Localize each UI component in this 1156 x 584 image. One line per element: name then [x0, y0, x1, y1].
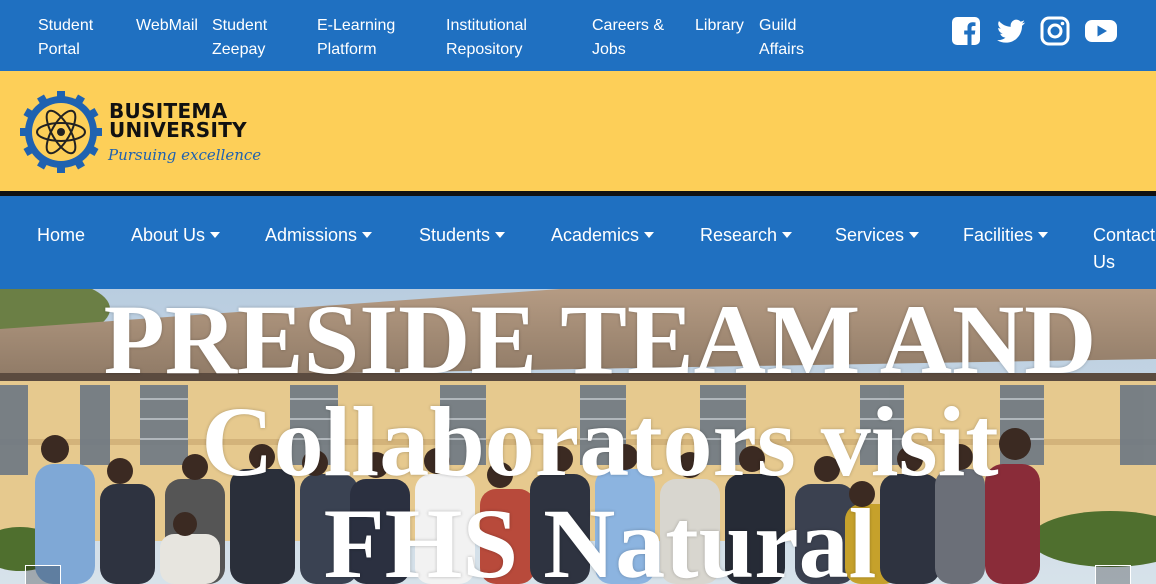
nav-home-label: Home: [37, 225, 86, 245]
student-portal-link[interactable]: Student Portal: [38, 14, 93, 62]
nav-services[interactable]: Services: [835, 222, 920, 249]
chevron-down-icon: [782, 232, 793, 238]
nav-home[interactable]: Home: [37, 222, 85, 249]
chevron-down-icon: [644, 232, 655, 238]
elearning-platform-link[interactable]: E-Learning Platform: [317, 14, 395, 62]
nav-academics[interactable]: Academics: [551, 222, 655, 249]
twitter-icon[interactable]: [995, 15, 1027, 47]
nav-services-label: Services: [835, 225, 905, 245]
hero-headline: PRESIDE TEAM AND Collaborators visit FHS…: [103, 289, 1097, 584]
hero-carousel: PRESIDE TEAM AND Collaborators visit FHS…: [0, 289, 1156, 584]
brand-header: BUSITEMA UNIVERSITY Pursuing excellence: [0, 71, 1156, 191]
instagram-icon[interactable]: [1039, 15, 1071, 47]
facebook-icon[interactable]: [950, 15, 982, 47]
university-name: BUSITEMA UNIVERSITY: [109, 99, 247, 142]
nav-about-us-label: About Us: [131, 225, 206, 245]
nav-contact-us-label: Contact Us: [1093, 225, 1156, 272]
nav-admissions[interactable]: Admissions: [265, 222, 373, 249]
nav-facilities[interactable]: Facilities: [963, 222, 1049, 249]
university-logo-link[interactable]: BUSITEMA UNIVERSITY Pursuing excellence: [20, 91, 270, 173]
nav-about-us[interactable]: About Us: [131, 222, 221, 249]
chevron-down-icon: [495, 232, 506, 238]
nav-research-label: Research: [700, 225, 778, 245]
institutional-repository-link[interactable]: Institutional Repository: [446, 14, 527, 62]
chevron-down-icon: [362, 232, 373, 238]
chevron-down-icon: [210, 232, 221, 238]
library-link[interactable]: Library: [695, 14, 744, 38]
top-utility-bar: Student Portal WebMail Student Zeepay E-…: [0, 0, 1156, 71]
guild-affairs-link[interactable]: Guild Affairs: [759, 14, 804, 62]
nav-facilities-label: Facilities: [963, 225, 1034, 245]
webmail-link[interactable]: WebMail: [136, 14, 198, 38]
university-emblem-icon: [20, 91, 102, 173]
carousel-prev-button[interactable]: [25, 565, 61, 584]
nav-students-label: Students: [419, 225, 491, 245]
student-zeepay-link[interactable]: Student Zeepay: [212, 14, 267, 62]
youtube-icon[interactable]: [1084, 15, 1118, 47]
nav-contact-us[interactable]: Contact Us: [1093, 222, 1155, 276]
carousel-next-button[interactable]: [1095, 565, 1131, 584]
careers-jobs-link[interactable]: Careers & Jobs: [592, 14, 664, 62]
chevron-down-icon: [1038, 232, 1049, 238]
nav-students[interactable]: Students: [419, 222, 506, 249]
nav-research[interactable]: Research: [700, 222, 793, 249]
nav-admissions-label: Admissions: [265, 225, 358, 245]
university-tagline: Pursuing excellence: [108, 146, 262, 164]
chevron-down-icon: [909, 232, 920, 238]
nav-academics-label: Academics: [551, 225, 640, 245]
main-navigation: Home About Us Admissions Students Academ…: [0, 196, 1156, 289]
